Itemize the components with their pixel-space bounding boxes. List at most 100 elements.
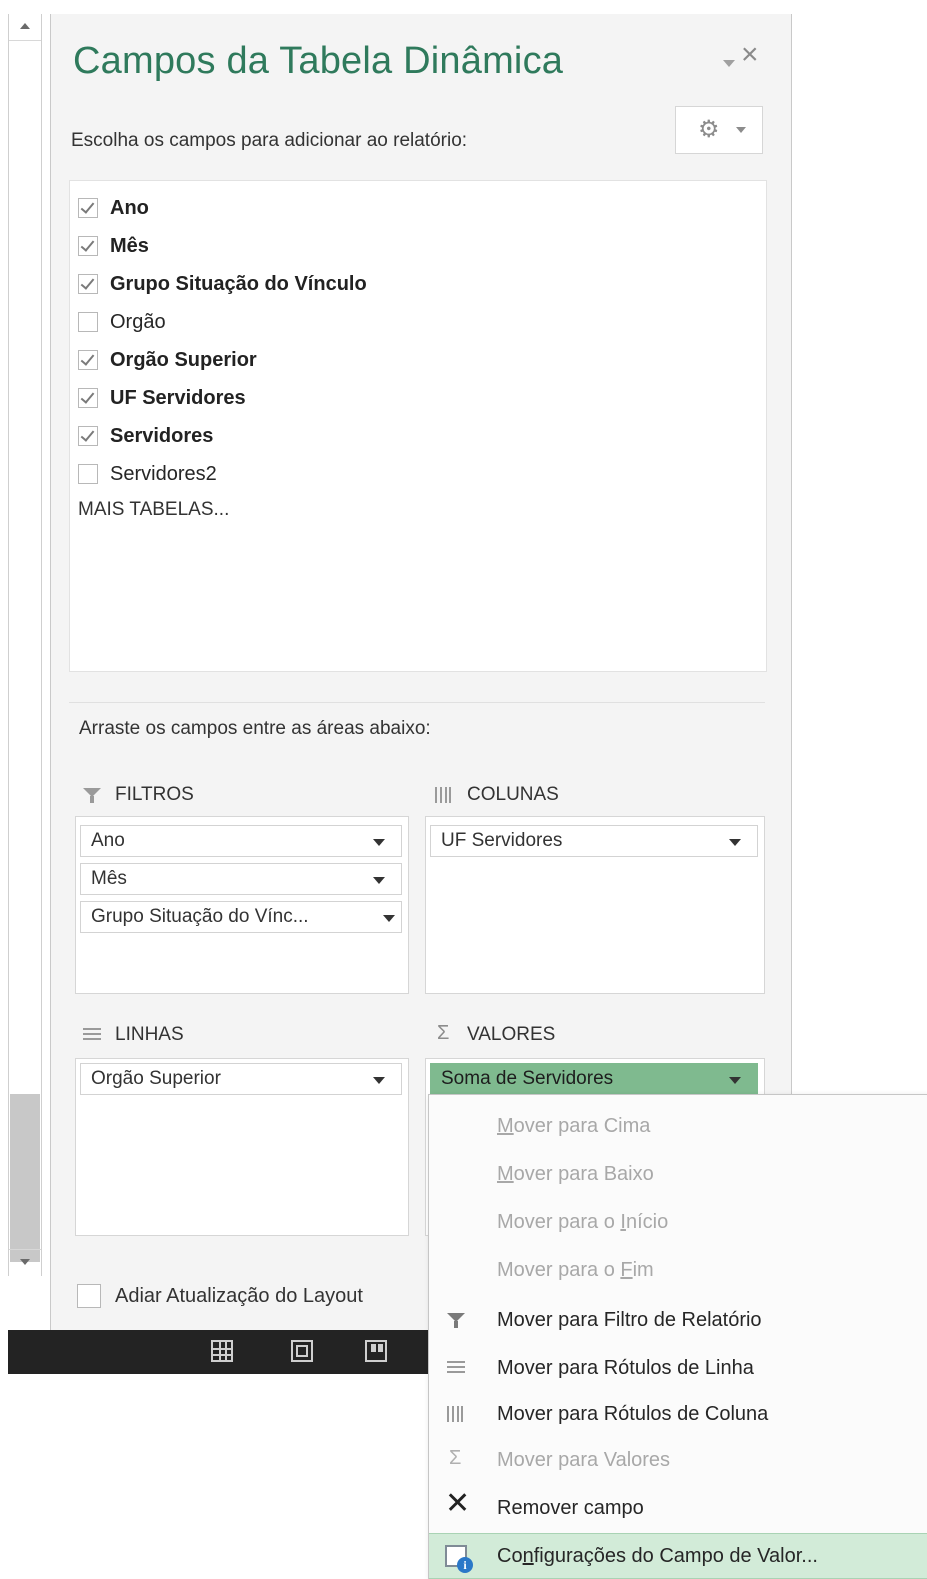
menu-item-value-field-settings[interactable]: Configurações do Campo de Valor... <box>429 1533 927 1579</box>
columns-area-header: COLUNAS <box>435 784 559 806</box>
chip-label: Grupo Situação do Vínc... <box>91 906 309 927</box>
field-label: UF Servidores <box>110 386 246 409</box>
row-chip-orgao-superior[interactable]: Orgão Superior <box>80 1063 402 1095</box>
scroll-down-arrow-icon[interactable] <box>9 1249 41 1276</box>
field-checkbox[interactable] <box>78 464 98 484</box>
filter-icon <box>83 786 103 804</box>
menu-item-move-to-end[interactable]: Mover para o Fim <box>429 1247 927 1293</box>
tools-button[interactable]: ⚙ <box>675 106 763 154</box>
rows-icon <box>447 1359 467 1377</box>
chevron-down-icon[interactable] <box>729 1077 741 1084</box>
chevron-down-icon[interactable] <box>373 1077 385 1084</box>
menu-item-label: Mover para Rótulos de Coluna <box>497 1402 769 1425</box>
scroll-thumb[interactable] <box>10 1094 40 1262</box>
field-checkbox[interactable] <box>78 312 98 332</box>
filter-icon <box>447 1311 467 1329</box>
columns-area-title: COLUNAS <box>467 784 559 805</box>
columns-icon <box>435 786 455 804</box>
pane-title: Campos da Tabela Dinâmica <box>73 40 564 82</box>
menu-item-move-down[interactable]: Mover para Baixo <box>429 1151 927 1197</box>
field-label: Mês <box>110 234 149 257</box>
field-item-servidores[interactable]: Servidores <box>78 421 213 451</box>
field-checkbox[interactable] <box>78 350 98 370</box>
close-icon[interactable]: × <box>741 40 759 70</box>
sigma-icon: Σ <box>437 1022 450 1044</box>
rows-icon <box>83 1026 103 1044</box>
drag-areas-label: Arraste os campos entre as áreas abaixo: <box>79 718 431 739</box>
page-break-view-icon[interactable] <box>365 1340 387 1362</box>
field-item-mes[interactable]: Mês <box>78 231 149 261</box>
rows-area-header: LINHAS <box>83 1024 184 1046</box>
field-item-grupo-situacao[interactable]: Grupo Situação do Vínculo <box>78 269 367 299</box>
menu-item-move-up[interactable]: Mover para Cima <box>429 1103 927 1149</box>
filter-chip-ano[interactable]: Ano <box>80 825 402 857</box>
field-item-servidores2[interactable]: Servidores2 <box>78 459 217 489</box>
field-item-uf-servidores[interactable]: UF Servidores <box>78 383 246 413</box>
menu-item-move-to-row-labels[interactable]: Mover para Rótulos de Linha <box>429 1345 927 1391</box>
field-checkbox[interactable] <box>78 274 98 294</box>
field-item-orgao[interactable]: Orgão <box>78 307 166 337</box>
columns-area[interactable]: UF Servidores <box>425 816 765 994</box>
field-list: Ano Mês Grupo Situação do Vínculo Orgão … <box>69 180 767 672</box>
chip-label: Soma de Servidores <box>441 1068 614 1089</box>
context-menu: Mover para Cima Mover para Baixo Mover p… <box>428 1094 927 1579</box>
field-checkbox[interactable] <box>78 388 98 408</box>
chip-label: Orgão Superior <box>91 1068 221 1089</box>
filter-chip-grupo-situacao[interactable]: Grupo Situação do Vínc... <box>80 901 402 933</box>
chevron-down-icon[interactable] <box>383 915 395 922</box>
filter-chip-mes[interactable]: Mês <box>80 863 402 895</box>
menu-item-label: Mover para Cima <box>497 1114 651 1137</box>
chevron-down-icon[interactable] <box>373 877 385 884</box>
chevron-down-icon <box>736 127 746 133</box>
gear-icon: ⚙ <box>698 116 720 143</box>
menu-item-move-to-column-labels[interactable]: Mover para Rótulos de Coluna <box>429 1391 927 1437</box>
chevron-down-icon[interactable] <box>373 839 385 846</box>
rows-area-title: LINHAS <box>115 1024 184 1045</box>
choose-fields-label: Escolha os campos para adicionar ao rela… <box>71 130 468 151</box>
divider <box>69 702 765 703</box>
close-icon: ✕ <box>445 1487 471 1520</box>
page-layout-view-icon[interactable] <box>291 1340 313 1362</box>
field-label: Grupo Situação do Vínculo <box>110 272 367 295</box>
menu-item-label: Mover para Rótulos de Linha <box>497 1356 754 1379</box>
defer-label: Adiar Atualização do Layout <box>115 1284 363 1307</box>
rows-area[interactable]: Orgão Superior <box>75 1058 409 1236</box>
menu-item-remove-field[interactable]: ✕ Remover campo <box>429 1485 927 1531</box>
chip-label: Ano <box>91 830 125 851</box>
value-chip-soma-servidores[interactable]: Soma de Servidores <box>430 1063 758 1095</box>
normal-view-icon[interactable] <box>211 1340 233 1362</box>
field-item-orgao-superior[interactable]: Orgão Superior <box>78 345 257 375</box>
values-area-title: VALORES <box>467 1024 556 1045</box>
menu-item-label: Mover para o Fim <box>497 1258 654 1281</box>
sigma-icon: Σ <box>449 1447 462 1469</box>
field-label: Orgão Superior <box>110 348 257 371</box>
field-label: Servidores <box>110 424 214 447</box>
filters-area-title: FILTROS <box>115 784 194 805</box>
column-chip-uf-servidores[interactable]: UF Servidores <box>430 825 758 857</box>
menu-item-label: Configurações do Campo de Valor... <box>497 1544 818 1567</box>
menu-item-label: Remover campo <box>497 1496 644 1519</box>
defer-layout-update[interactable]: Adiar Atualização do Layout <box>77 1284 363 1308</box>
field-checkbox[interactable] <box>78 426 98 446</box>
menu-item-move-to-report-filter[interactable]: Mover para Filtro de Relatório <box>429 1297 927 1343</box>
menu-item-move-to-start[interactable]: Mover para o Início <box>429 1199 927 1245</box>
defer-checkbox[interactable] <box>77 1284 101 1308</box>
chip-label: Mês <box>91 868 127 889</box>
menu-item-move-to-values[interactable]: Σ Mover para Valores <box>429 1437 927 1483</box>
menu-item-label: Mover para Valores <box>497 1448 671 1471</box>
vertical-scrollbar[interactable] <box>8 14 42 1276</box>
scroll-up-arrow-icon[interactable] <box>9 14 41 41</box>
values-area-header: Σ VALORES <box>435 1022 556 1046</box>
field-label: Ano <box>110 196 149 219</box>
menu-item-label: Mover para Baixo <box>497 1162 654 1185</box>
more-tables-link[interactable]: MAIS TABELAS... <box>78 499 229 521</box>
field-checkbox[interactable] <box>78 198 98 218</box>
field-item-ano[interactable]: Ano <box>78 193 149 223</box>
pane-options-dropdown-icon[interactable] <box>723 60 735 67</box>
field-checkbox[interactable] <box>78 236 98 256</box>
filters-area-header: FILTROS <box>83 784 194 806</box>
filters-area[interactable]: Ano Mês Grupo Situação do Vínc... <box>75 816 409 994</box>
field-label: Orgão <box>110 310 166 333</box>
chevron-down-icon[interactable] <box>729 839 741 846</box>
menu-item-label: Mover para Filtro de Relatório <box>497 1308 762 1331</box>
